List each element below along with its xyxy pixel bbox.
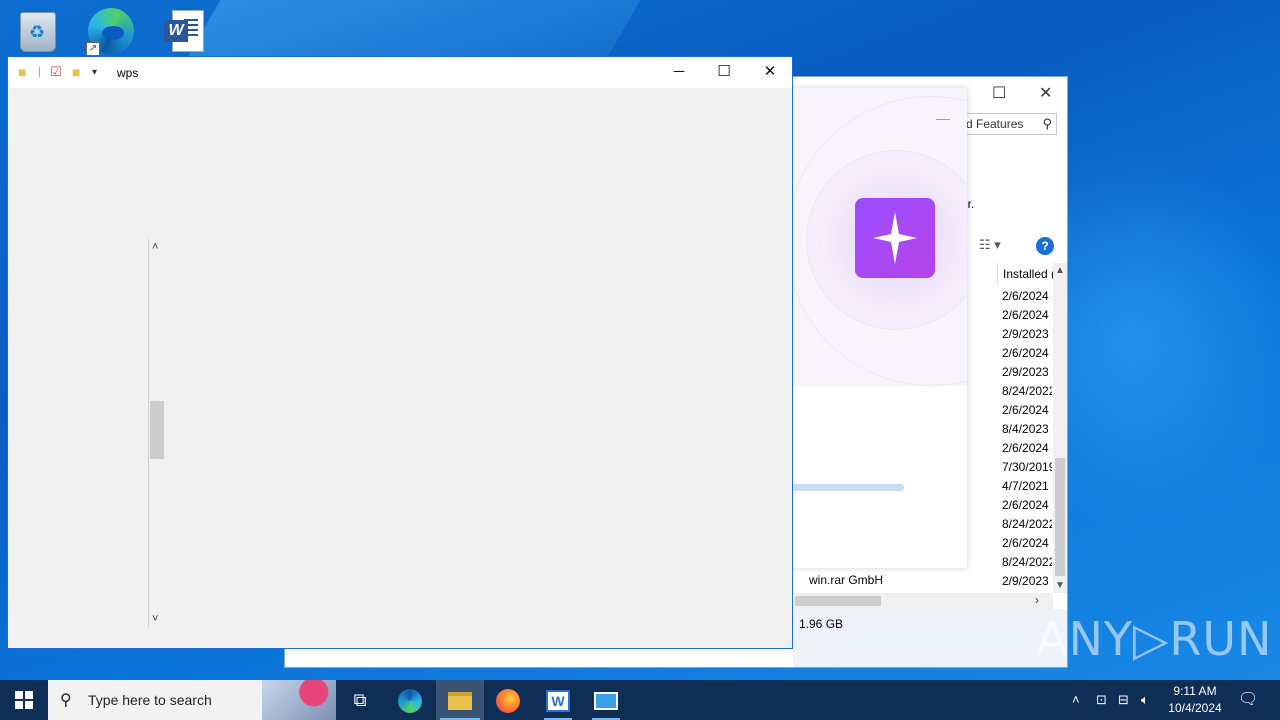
help-icon[interactable]: ? xyxy=(1036,237,1054,255)
installed-date-cell: 2/6/2024 xyxy=(1002,498,1049,512)
recycle-bin-icon[interactable]: ♻ xyxy=(14,6,62,54)
installed-date-cell: 4/7/2021 xyxy=(1002,479,1049,493)
installed-date-cell: 8/24/2022 xyxy=(1002,555,1052,569)
task-view-icon[interactable]: ⧉ xyxy=(336,680,384,720)
properties-icon[interactable]: ☑ xyxy=(50,64,62,80)
close-button[interactable]: ✕ xyxy=(747,57,793,88)
view-options-icon[interactable]: ☷ ▾ xyxy=(979,237,1001,253)
network-drive-icon[interactable]: ⊡ xyxy=(1096,680,1107,720)
volume-icon[interactable]: 🔈︎ xyxy=(1141,680,1149,720)
shortcut-arrow-icon: ↗ xyxy=(86,42,100,56)
title-bar[interactable]: ■ | ☑ ■ ▾ wps ─ ☐ ✕ xyxy=(8,57,792,88)
taskbar-search-input[interactable]: ⚲ Type here to search xyxy=(48,680,336,720)
installed-dates-column: 2/6/2024 2/6/2024 2/9/2023 2/6/2024 2/9/2023… xyxy=(1002,287,1052,591)
desktop-light-glow xyxy=(1060,150,1280,530)
system-clock[interactable]: 9:11 AM 10/4/2024 xyxy=(1158,683,1232,717)
clock-date: 10/4/2024 xyxy=(1168,701,1222,715)
vertical-scrollbar[interactable]: ˄ ˅ xyxy=(148,239,165,627)
installed-date-cell: 8/4/2023 xyxy=(1002,422,1049,436)
installed-date-cell: 2/9/2023 xyxy=(1002,574,1049,588)
installed-date-cell: 2/6/2024 xyxy=(1002,308,1049,322)
installed-date-cell: 2/9/2023 xyxy=(1002,327,1049,341)
installed-date-cell: 2/6/2024 xyxy=(1002,441,1049,455)
folder-icon: ■ xyxy=(18,64,27,80)
scroll-right-icon[interactable]: › xyxy=(1035,593,1039,607)
new-folder-icon[interactable]: ■ xyxy=(72,64,80,80)
wps-window[interactable]: ■ | ☑ ■ ▾ wps ─ ☐ ✕ ˄ ˅ xyxy=(7,56,793,649)
search-programs-input[interactable]: d Features ⚲ xyxy=(961,113,1057,135)
search-placeholder: d Features xyxy=(966,117,1024,131)
word-document-icon[interactable]: W xyxy=(162,8,210,56)
search-icon: ⚲ xyxy=(60,692,72,709)
hscroll-thumb[interactable] xyxy=(795,596,881,606)
install-progress-bar xyxy=(790,484,904,491)
column-header-installed[interactable]: Installed ( xyxy=(997,263,1053,285)
file-explorer-taskbar-icon[interactable] xyxy=(436,680,484,720)
maximize-button[interactable]: ☐ xyxy=(701,57,747,88)
installed-date-cell: 8/24/2022 xyxy=(1002,517,1052,531)
installed-date-cell: 7/30/2019 xyxy=(1002,460,1052,474)
app-logo-icon xyxy=(855,198,935,278)
horizontal-scrollbar[interactable]: › xyxy=(793,593,1053,609)
wps-writer-taskbar-icon[interactable]: W xyxy=(534,680,582,720)
installed-date-cell: 2/6/2024 xyxy=(1002,536,1049,550)
close-button[interactable]: ✕ xyxy=(1039,83,1052,103)
maximize-button[interactable]: ☐ xyxy=(992,83,1006,103)
popup-minimize-button[interactable]: — xyxy=(936,110,950,126)
firefox-taskbar-icon[interactable] xyxy=(484,680,532,720)
recycle-symbol-icon: ♻ xyxy=(29,22,46,43)
minimize-button[interactable]: ─ xyxy=(656,57,702,88)
window-title: wps xyxy=(117,66,139,80)
installed-date-cell: 2/9/2023 xyxy=(1002,365,1049,379)
notification-center-icon[interactable]: 🗨︎ xyxy=(1238,680,1258,720)
divider: | xyxy=(38,64,42,78)
show-hidden-icons-button[interactable]: ˄ xyxy=(1072,680,1080,720)
installed-date-cell: 8/24/2022 xyxy=(1002,384,1052,398)
start-button[interactable] xyxy=(0,680,48,720)
scroll-thumb[interactable] xyxy=(150,401,164,459)
edge-taskbar-icon[interactable] xyxy=(386,680,434,720)
clock-time: 9:11 AM xyxy=(1173,684,1217,698)
vertical-scrollbar[interactable]: ▲ ▼ xyxy=(1053,263,1067,593)
anyrun-watermark: ANY▷RUN xyxy=(1036,612,1273,666)
search-placeholder: Type here to search xyxy=(88,692,212,708)
network-icon[interactable]: ⊟ xyxy=(1118,680,1129,720)
taskbar: ⚲ Type here to search ⧉ W ˄ ⊡ ⊟ 🔈︎ 9:11 … xyxy=(0,680,1280,720)
scroll-up-icon[interactable]: ▲ xyxy=(1055,265,1065,276)
customize-toolbar-icon[interactable]: ▾ xyxy=(92,67,97,78)
total-size: 1.96 GB xyxy=(799,617,844,631)
installed-date-cell: 2/6/2024 xyxy=(1002,403,1049,417)
word-logo: W xyxy=(164,20,188,42)
installed-date-cell: 2/6/2024 xyxy=(1002,346,1049,360)
publisher-cell: win.rar GmbH xyxy=(809,573,884,587)
scroll-thumb[interactable] xyxy=(1055,458,1065,576)
control-panel-taskbar-icon[interactable] xyxy=(582,680,630,720)
scroll-down-icon[interactable]: ▼ xyxy=(1055,580,1065,591)
installed-date-cell: 2/6/2024 xyxy=(1002,289,1049,303)
edge-icon[interactable]: ↗ xyxy=(86,6,134,56)
search-highlight-image[interactable] xyxy=(262,680,336,720)
scroll-up-icon[interactable]: ˄ xyxy=(152,241,158,253)
scroll-down-icon[interactable]: ˅ xyxy=(152,613,158,625)
search-icon: ⚲ xyxy=(1042,116,1052,131)
